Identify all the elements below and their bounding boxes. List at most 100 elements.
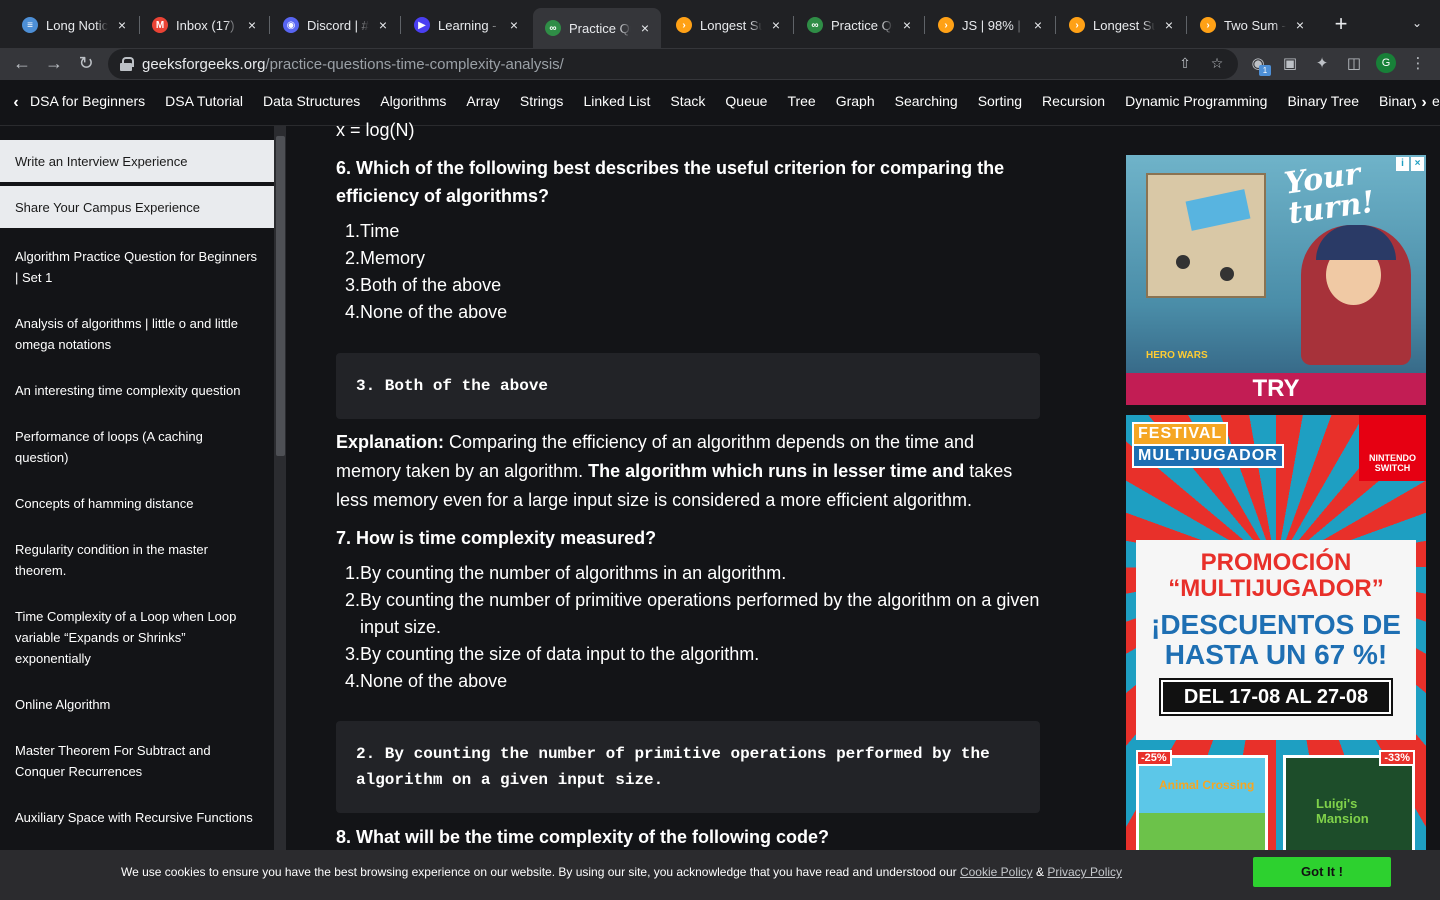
topic-link[interactable]: Graph — [836, 93, 875, 109]
try-button[interactable]: TRY — [1126, 373, 1426, 405]
lock-icon[interactable] — [120, 57, 134, 71]
browser-tab[interactable]: ∞ Practice Qu × — [795, 8, 923, 42]
browser-tab[interactable]: › JS | 98% | S × — [926, 8, 1054, 42]
luigis-mansion-title: Luigi's Mansion — [1316, 796, 1369, 826]
tab-title: Practice Qu — [569, 20, 631, 36]
sidebar-article-link[interactable]: Online Algorithm — [0, 682, 274, 728]
browser-tab[interactable]: › Longest Sul × — [664, 8, 792, 42]
cookie-message: We use cookies to ensure you have the be… — [121, 865, 1122, 879]
back-icon[interactable]: ← — [10, 52, 34, 76]
close-tab-icon[interactable]: × — [1030, 17, 1046, 33]
extension-grammar-icon[interactable]: ▣ — [1280, 54, 1300, 74]
close-tab-icon[interactable]: × — [637, 20, 653, 36]
profile-avatar[interactable]: G — [1376, 53, 1396, 73]
question-6-answer: 3. Both of the above — [336, 353, 1040, 419]
topic-link[interactable]: Tree — [787, 93, 815, 109]
close-tab-icon[interactable]: × — [1292, 17, 1308, 33]
reload-icon[interactable]: ↻ — [74, 52, 98, 76]
close-tab-icon[interactable]: × — [768, 17, 784, 33]
chevron-right-icon[interactable]: › — [1416, 92, 1432, 114]
option-number: 4. — [344, 671, 360, 691]
hero-wars-ad[interactable]: i × Your turn! HERO WARS TRY — [1126, 155, 1426, 405]
animal-crossing-card[interactable]: -25% Animal Crossing — [1136, 750, 1268, 850]
sidebar-article-link[interactable]: Master Theorem For Subtract and Conquer … — [0, 728, 274, 795]
close-tab-icon[interactable]: × — [506, 17, 522, 33]
chevron-left-icon[interactable]: ‹ — [8, 92, 24, 114]
sidebar-article-link[interactable]: Auxiliary Space with Recursive Functions — [0, 795, 274, 841]
browser-tab[interactable]: ∞ Practice Qu × — [533, 8, 661, 48]
sidebar-article-link[interactable]: Concepts of hamming distance — [0, 481, 274, 527]
topic-link[interactable]: Dynamic Programming — [1125, 93, 1267, 109]
sidebar-article-link[interactable]: Algorithm Practice Question for Beginner… — [0, 234, 274, 301]
topic-link[interactable]: Stack — [670, 93, 705, 109]
hero-figure — [1301, 225, 1411, 365]
browser-tab[interactable]: M Inbox (17) - × — [140, 8, 268, 42]
browser-tab[interactable]: ▶ Learning - I × — [402, 8, 530, 42]
browser-tab[interactable]: › Two Sum - L × — [1188, 8, 1316, 42]
new-tab-button[interactable]: + — [1330, 13, 1352, 36]
tab-title: Longest Sul — [1093, 17, 1155, 33]
sidebar-article-link[interactable]: Time Complexity of a Loop when Loop vari… — [0, 594, 274, 682]
sidebar-top-spacer — [0, 126, 274, 140]
promo-line-1: PROMOCIÓN — [1200, 549, 1352, 576]
question-6-title: 6. Which of the following best describes… — [336, 158, 1005, 206]
share-campus-experience-link[interactable]: Share Your Campus Experience — [0, 186, 274, 228]
address-bar[interactable]: geeksforgeeks.org/practice-questions-tim… — [108, 49, 1238, 79]
nintendo-switch-ad[interactable]: i× FESTIVAL MULTIJUGADOR NINTENDO SWITCH… — [1126, 415, 1426, 850]
tab-separator — [400, 16, 401, 34]
topic-link[interactable]: Linked List — [583, 93, 650, 109]
url-text[interactable]: geeksforgeeks.org/practice-questions-tim… — [142, 56, 564, 73]
topic-link[interactable]: DSA Tutorial — [165, 93, 243, 109]
browser-tab[interactable]: ≡ Long Notice × — [10, 8, 138, 42]
topic-link[interactable]: Binary Tree — [1287, 93, 1359, 109]
explanation-bold: The algorithm which runs in lesser time … — [588, 461, 965, 481]
got-it-button[interactable]: Got It ! — [1253, 857, 1391, 887]
share-icon[interactable]: ⇧ — [1176, 55, 1194, 73]
topic-link[interactable]: Searching — [895, 93, 958, 109]
close-tab-icon[interactable]: × — [1161, 17, 1177, 33]
extensions-puzzle-icon[interactable]: ✦ — [1312, 54, 1332, 74]
answer-line-1: 2. By counting the number of primitive o… — [356, 745, 990, 763]
sidebar-article-link[interactable]: Performance of loops (A caching question… — [0, 414, 274, 481]
browser-tab[interactable]: › Longest Sul × — [1057, 8, 1185, 42]
topic-link[interactable]: Data Structures — [263, 93, 360, 109]
tab-separator — [269, 16, 270, 34]
sidebar-article-link[interactable]: Regularity condition in the master theor… — [0, 527, 274, 594]
discount-line-2: HASTA UN 67 %! — [1164, 639, 1388, 670]
write-interview-experience-link[interactable]: Write an Interview Experience — [0, 140, 274, 182]
sidebar-article-link[interactable]: An interesting time complexity question — [0, 368, 274, 414]
close-tab-icon[interactable]: × — [114, 17, 130, 33]
close-tab-icon[interactable]: × — [899, 17, 915, 33]
topic-link[interactable]: Recursion — [1042, 93, 1105, 109]
close-tab-icon[interactable]: × — [375, 17, 391, 33]
bookmark-star-icon[interactable]: ☆ — [1208, 55, 1226, 73]
menu-kebab-icon[interactable]: ⋮ — [1408, 54, 1428, 74]
topic-link[interactable]: Algorithms — [380, 93, 446, 109]
discount-line-1: ¡DESCUENTOS DE — [1151, 609, 1401, 640]
browser-tab-strip: ≡ Long Notice × M Inbox (17) - × ◉ Discord | #a… — [0, 0, 1440, 48]
sidebar-scroll-thumb[interactable] — [276, 136, 285, 456]
topic-link[interactable]: Sorting — [978, 93, 1022, 109]
sidebar-article-link[interactable]: Analysis of algorithms | little o and li… — [0, 301, 274, 368]
topic-link[interactable]: Strings — [520, 93, 564, 109]
ad1-headline: Your turn! — [1282, 156, 1377, 232]
leetcode-icon: › — [938, 17, 954, 33]
side-panel-icon[interactable]: ◫ — [1344, 54, 1364, 74]
cookie-policy-link[interactable]: Cookie Policy — [960, 865, 1033, 879]
topic-link[interactable]: Queue — [725, 93, 767, 109]
previous-equation: x = log(N) — [336, 120, 415, 140]
promo-line-2: “MULTIJUGADOR” — [1168, 575, 1384, 602]
tab-search-icon[interactable]: ⌄ — [1408, 16, 1426, 34]
tab-title: JS | 98% | S — [962, 17, 1024, 33]
promo-dates: DEL 17-08 AL 27-08 — [1159, 678, 1393, 716]
tab-separator — [793, 16, 794, 34]
luigis-mansion-card[interactable]: -33% Luigi's Mansion — [1283, 750, 1415, 850]
topic-link[interactable]: Array — [466, 93, 499, 109]
topic-link[interactable]: DSA for Beginners — [30, 93, 145, 109]
option-number: 1. — [344, 221, 360, 241]
forward-icon[interactable]: → — [42, 52, 66, 76]
close-tab-icon[interactable]: × — [244, 17, 260, 33]
question-7-answer: 2. By counting the number of primitive o… — [336, 721, 1040, 813]
privacy-policy-link[interactable]: Privacy Policy — [1047, 865, 1122, 879]
browser-tab[interactable]: ◉ Discord | #a × — [271, 8, 399, 42]
